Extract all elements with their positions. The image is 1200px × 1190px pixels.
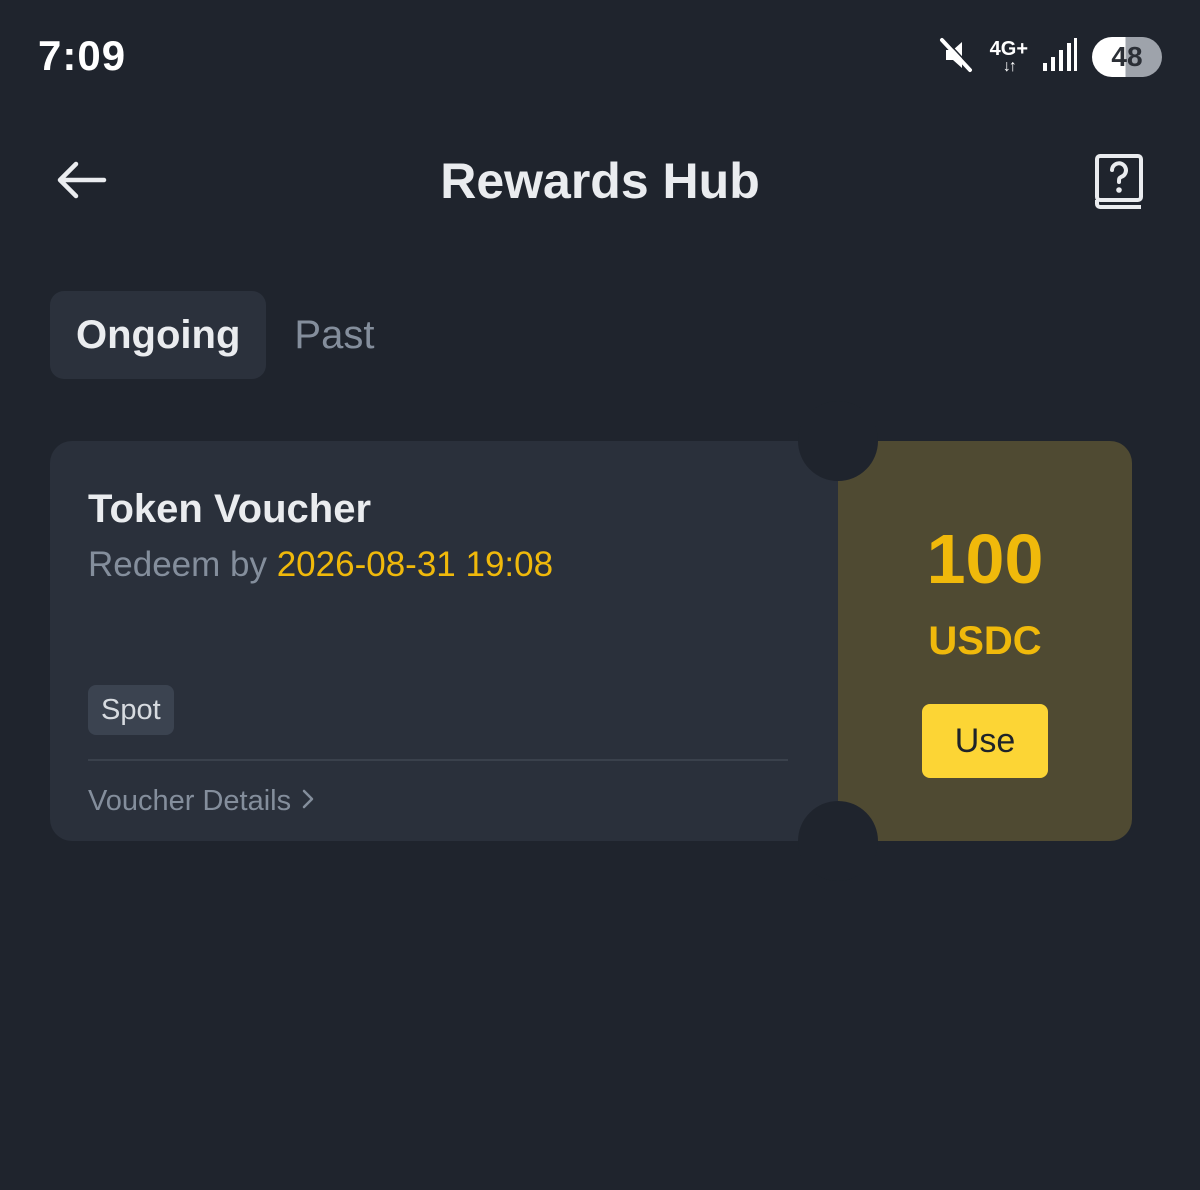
rewards-tabs: Ongoing Past bbox=[50, 291, 400, 379]
redeem-label: Redeem by bbox=[88, 545, 267, 584]
ticket-notch-bottom bbox=[798, 801, 878, 881]
voucher-value-panel: 100 USDC Use bbox=[838, 441, 1132, 841]
ticket-notch-top bbox=[798, 401, 878, 481]
use-button[interactable]: Use bbox=[922, 704, 1048, 778]
redeem-deadline: Redeem by 2026-08-31 19:08 bbox=[88, 545, 553, 585]
voucher-info-panel: Token Voucher Redeem by 2026-08-31 19:08… bbox=[50, 441, 838, 841]
battery-icon: 48 bbox=[1092, 37, 1162, 77]
spot-tag: Spot bbox=[88, 685, 174, 735]
status-bar: 7:09 4G+ ↓↑ 48 bbox=[0, 0, 1200, 112]
voucher-title: Token Voucher bbox=[88, 487, 372, 531]
divider bbox=[88, 759, 788, 761]
voucher-details-link[interactable]: Voucher Details bbox=[88, 781, 315, 821]
voucher-card[interactable]: Token Voucher Redeem by 2026-08-31 19:08… bbox=[50, 401, 1132, 881]
signal-icon bbox=[1042, 37, 1078, 78]
voucher-amount: 100 bbox=[926, 520, 1044, 598]
chevron-right-icon bbox=[301, 785, 315, 818]
voucher-details-label: Voucher Details bbox=[88, 784, 292, 817]
tab-ongoing[interactable]: Ongoing bbox=[50, 291, 267, 379]
voucher-currency: USDC bbox=[928, 619, 1042, 663]
status-icons: 4G+ ↓↑ 48 bbox=[934, 34, 1162, 80]
network-type: 4G+ bbox=[989, 38, 1028, 60]
help-book-icon bbox=[1093, 153, 1145, 214]
battery-level: 48 bbox=[1111, 41, 1143, 72]
status-time: 7:09 bbox=[38, 32, 127, 79]
muted-icon bbox=[934, 34, 976, 81]
app-header: Rewards Hub bbox=[0, 130, 1200, 234]
tab-past[interactable]: Past bbox=[268, 291, 400, 379]
help-button[interactable] bbox=[1086, 148, 1152, 218]
network-arrows: ↓↑ bbox=[1002, 58, 1017, 75]
redeem-date: 2026-08-31 19:08 bbox=[276, 545, 554, 584]
network-indicator: 4G+ ↓↑ bbox=[990, 39, 1028, 75]
page-title: Rewards Hub bbox=[440, 153, 760, 209]
